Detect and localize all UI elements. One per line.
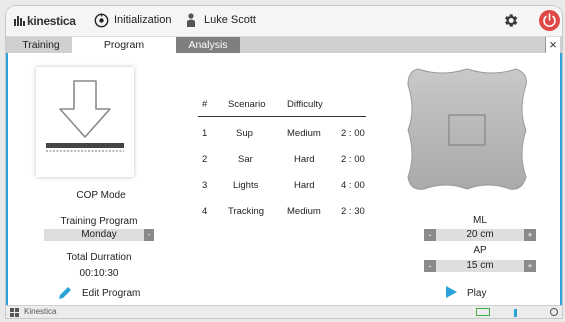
row-difficulty: Medium [287, 206, 321, 217]
row-difficulty: Hard [294, 180, 315, 191]
play-button[interactable]: Play [467, 288, 486, 299]
play-icon[interactable] [444, 285, 458, 299]
close-icon[interactable]: × [545, 37, 560, 53]
col-header-difficulty: Difficulty [287, 99, 323, 110]
total-duration-label: Total Durration [66, 252, 132, 263]
tab-training[interactable]: Training [10, 37, 72, 53]
user-name[interactable]: Luke Scott [204, 14, 256, 26]
row-number: 1 [202, 128, 208, 139]
balance-platform-graphic [407, 68, 527, 190]
settings-small-icon [550, 308, 558, 316]
program-panel: COP Mode Training Program Monday - Total… [6, 53, 562, 305]
power-icon [543, 13, 556, 28]
signal-icon [514, 309, 517, 317]
total-duration-value: 00:10:30 [79, 268, 119, 279]
mode-label: COP Mode [76, 190, 126, 201]
row-duration: 2 : 00 [341, 154, 365, 165]
row-scenario: Lights [233, 180, 259, 191]
ap-label: AP [473, 245, 487, 256]
ap-increment-button[interactable]: + [524, 260, 536, 272]
ml-decrement-button[interactable]: - [424, 229, 436, 241]
top-bar: kinestica Initialization Luke Scott [6, 6, 562, 37]
gear-icon[interactable] [502, 12, 519, 29]
app-window: kinestica Initialization Luke Scott Trai… [6, 6, 562, 318]
cop-mode-card[interactable] [36, 67, 134, 177]
ml-increment-button[interactable]: + [524, 229, 536, 241]
row-duration: 2 : 00 [341, 128, 365, 139]
tab-analysis[interactable]: Analysis [176, 37, 240, 53]
tab-program[interactable]: Program [72, 37, 176, 53]
app-grid-icon [10, 308, 19, 317]
user-icon [187, 13, 195, 27]
screen-frame: kinestica Initialization Luke Scott Trai… [0, 0, 565, 322]
ap-stepper[interactable]: - 15 cm + [424, 260, 536, 272]
edit-pencil-icon[interactable] [57, 285, 73, 301]
row-duration: 2 : 30 [341, 206, 365, 217]
ml-value: 20 cm [466, 229, 494, 240]
row-scenario: Tracking [228, 206, 265, 217]
row-duration: 4 : 00 [341, 180, 365, 191]
status-app-name: Kinestica [24, 307, 57, 316]
status-bar: Kinestica [6, 305, 562, 318]
training-program-select[interactable]: Monday - [44, 229, 154, 241]
training-program-value: Monday [81, 229, 117, 240]
row-number: 3 [202, 180, 208, 191]
row-scenario: Sar [238, 154, 253, 165]
power-button[interactable] [539, 10, 560, 31]
edit-program-button[interactable]: Edit Program [82, 288, 140, 299]
row-difficulty: Medium [287, 128, 321, 139]
brand-name: kinestica [27, 14, 76, 28]
table-header-rule [198, 116, 366, 117]
ml-label: ML [473, 215, 487, 226]
row-difficulty: Hard [294, 154, 315, 165]
ap-decrement-button[interactable]: - [424, 260, 436, 272]
row-number: 2 [202, 154, 208, 165]
row-scenario: Sup [236, 128, 253, 139]
logo-bars-icon [14, 16, 25, 26]
battery-icon [476, 308, 490, 316]
row-number: 4 [202, 206, 208, 217]
ml-stepper[interactable]: - 20 cm + [424, 229, 536, 241]
ap-value: 15 cm [466, 260, 494, 271]
chevron-down-icon[interactable]: - [144, 229, 154, 241]
col-header-scenario: Scenario [228, 99, 266, 110]
cop-mode-icon [46, 80, 124, 152]
training-program-label: Training Program [60, 216, 138, 227]
col-header-number: # [202, 99, 208, 110]
tab-bar: Training Program Analysis × [6, 37, 562, 53]
brand-logo: kinestica [14, 14, 76, 28]
initialization-icon[interactable] [94, 13, 109, 28]
mode-label[interactable]: Initialization [114, 14, 171, 26]
